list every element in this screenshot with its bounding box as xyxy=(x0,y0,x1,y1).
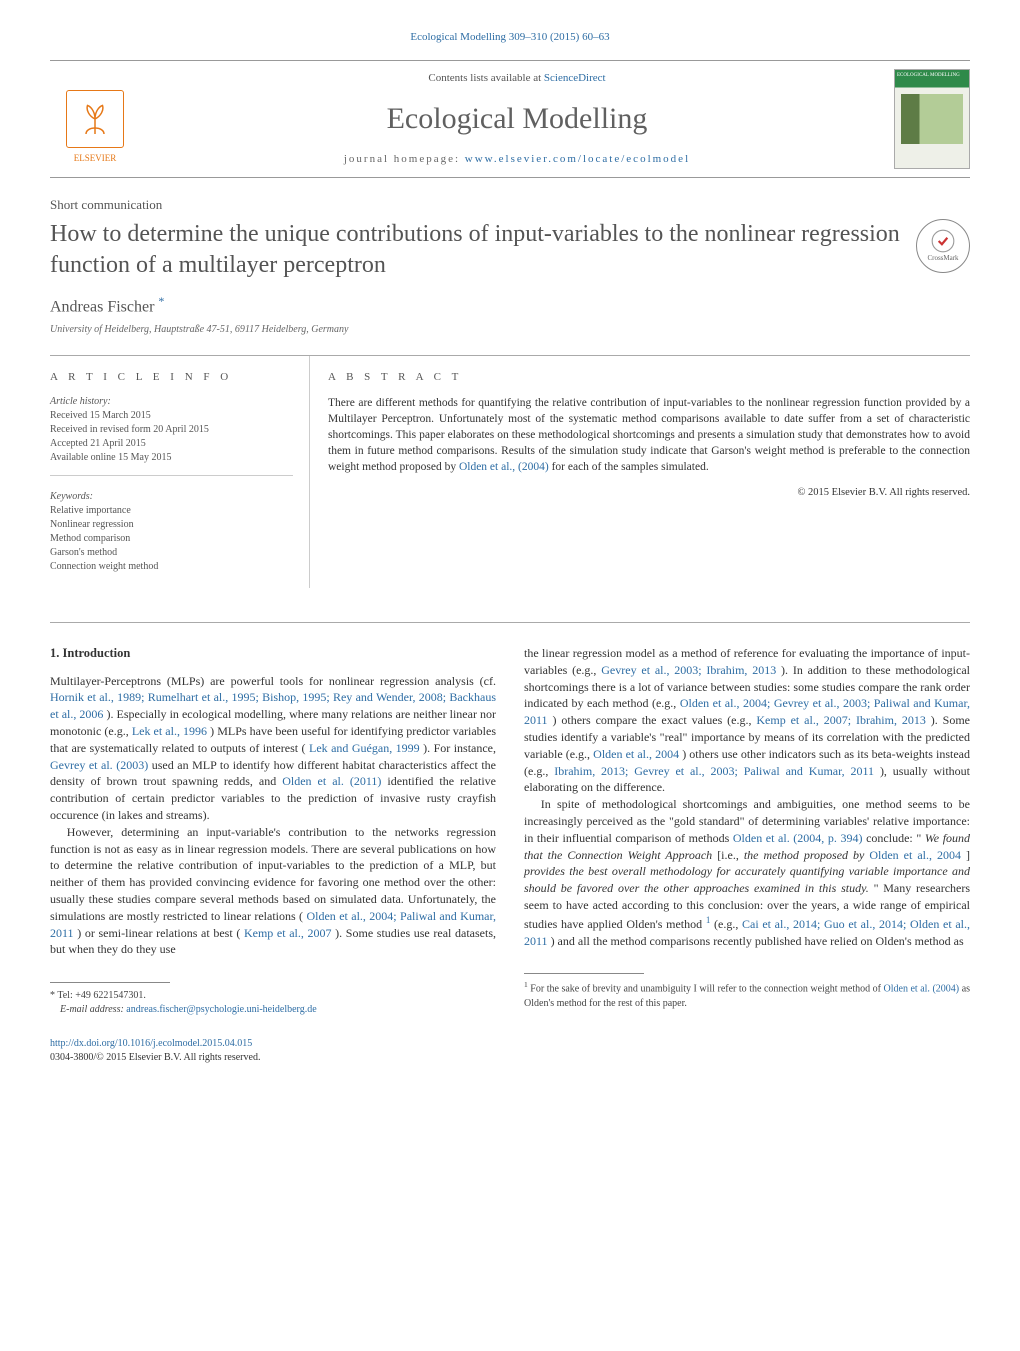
p1-text: Multilayer-Perceptrons (MLPs) are powerf… xyxy=(50,674,496,688)
history-received: Received 15 March 2015 xyxy=(50,409,293,423)
contents-prefix: Contents lists available at xyxy=(428,72,543,84)
article-info-column: a r t i c l e i n f o Article history: R… xyxy=(50,356,310,588)
history-revised: Received in revised form 20 April 2015 xyxy=(50,423,293,437)
p4-text: conclude: " xyxy=(866,831,921,845)
p4-text: ) and all the method comparisons recentl… xyxy=(551,934,964,948)
keyword: Connection weight method xyxy=(50,560,293,574)
article-info-heading: a r t i c l e i n f o xyxy=(50,370,293,385)
citation-link[interactable]: Olden et al., 2004 xyxy=(593,747,679,761)
citation-link[interactable]: Ibrahim, 2013; Gevrey et al., 2003; Pali… xyxy=(554,764,874,778)
p2-text: ) or semi-linear relations at best ( xyxy=(77,926,240,940)
cover-title: ECOLOGICAL MODELLING xyxy=(897,72,967,79)
history-heading: Article history: xyxy=(50,395,293,409)
corresponding-mark[interactable]: * xyxy=(158,294,164,308)
crossmark-label: CrossMark xyxy=(927,254,958,264)
keyword: Method comparison xyxy=(50,532,293,546)
keywords-heading: Keywords: xyxy=(50,490,293,504)
abstract-column: a b s t r a c t There are different meth… xyxy=(310,356,970,588)
email-label: E-mail address: xyxy=(60,1004,126,1015)
footnote-tel: Tel: +49 6221547301. xyxy=(57,990,146,1001)
footnote-1-text: For the sake of brevity and unambiguity … xyxy=(530,984,883,995)
homepage-line: journal homepage: www.elsevier.com/locat… xyxy=(152,152,882,167)
page-footer: http://dx.doi.org/10.1016/j.ecolmodel.20… xyxy=(50,1037,970,1065)
citation-link[interactable]: Gevrey et al., 2003; Ibrahim, 2013 xyxy=(601,663,776,677)
info-abstract-row: a r t i c l e i n f o Article history: R… xyxy=(50,355,970,588)
keyword: Relative importance xyxy=(50,504,293,518)
issn-copyright: 0304-3800/© 2015 Elsevier B.V. All right… xyxy=(50,1052,260,1063)
body-paragraph-2: However, determining an input-variable's… xyxy=(50,824,496,958)
footnote-mark: * xyxy=(50,990,55,1001)
crossmark-badge[interactable]: CrossMark xyxy=(916,219,970,273)
keyword: Nonlinear regression xyxy=(50,518,293,532)
homepage-link[interactable]: www.elsevier.com/locate/ecolmodel xyxy=(465,153,690,165)
history-online: Available online 15 May 2015 xyxy=(50,451,293,465)
footnote-ref-1[interactable]: 1 xyxy=(706,915,711,925)
body-two-column: 1. Introduction Multilayer-Perceptrons (… xyxy=(50,622,970,1017)
p4-text: [i.e., xyxy=(717,848,744,862)
keyword: Garson's method xyxy=(50,546,293,560)
body-paragraph-3: the linear regression model as a method … xyxy=(524,645,970,796)
citation-link[interactable]: Olden et al. (2011) xyxy=(282,774,381,788)
citation-link[interactable]: Olden et al. (2004, p. 394) xyxy=(733,831,863,845)
author-name[interactable]: Andreas Fischer xyxy=(50,298,154,315)
abstract-text-2: for each of the samples simulated. xyxy=(552,461,709,473)
author-line: Andreas Fischer * xyxy=(50,293,970,319)
affiliation: University of Heidelberg, Hauptstraße 47… xyxy=(50,323,970,337)
citation-link[interactable]: Lek and Guégan, 1999 xyxy=(309,741,420,755)
elsevier-tree-icon xyxy=(66,90,124,148)
journal-cover-thumbnail[interactable]: ECOLOGICAL MODELLING xyxy=(894,69,970,169)
crossmark-icon xyxy=(930,228,956,254)
p4-quote-italic: the method proposed by xyxy=(744,848,870,862)
citation-link[interactable]: Olden et al. (2004) xyxy=(884,984,960,995)
elsevier-label: ELSEVIER xyxy=(74,152,117,165)
p4-text: (e.g., xyxy=(714,917,742,931)
body-paragraph-1: Multilayer-Perceptrons (MLPs) are powerf… xyxy=(50,673,496,824)
contents-line: Contents lists available at ScienceDirec… xyxy=(152,71,882,86)
journal-name: Ecological Modelling xyxy=(152,98,882,140)
abstract-heading: a b s t r a c t xyxy=(328,370,970,385)
abstract-copyright: © 2015 Elsevier B.V. All rights reserved… xyxy=(328,486,970,501)
abstract-text: There are different methods for quantify… xyxy=(328,395,970,475)
journal-header-bar: ELSEVIER Contents lists available at Sci… xyxy=(50,60,970,178)
history-accepted: Accepted 21 April 2015 xyxy=(50,437,293,451)
footnote-separator xyxy=(524,973,644,974)
journal-issue-header: Ecological Modelling 309–310 (2015) 60–6… xyxy=(50,30,970,45)
corresponding-author-footnote: * Tel: +49 6221547301. E-mail address: a… xyxy=(50,989,496,1017)
elsevier-logo[interactable]: ELSEVIER xyxy=(50,74,140,164)
sciencedirect-link[interactable]: ScienceDirect xyxy=(544,72,606,84)
p3-text: ) others compare the exact values (e.g., xyxy=(552,713,756,727)
p1-text: ). For instance, xyxy=(423,741,496,755)
body-paragraph-4: In spite of methodological shortcomings … xyxy=(524,796,970,949)
footnote-1-mark: 1 xyxy=(524,980,528,989)
article-title: How to determine the unique contribution… xyxy=(50,219,900,281)
doi-link[interactable]: http://dx.doi.org/10.1016/j.ecolmodel.20… xyxy=(50,1038,252,1049)
citation-link[interactable]: Kemp et al., 2007 xyxy=(244,926,332,940)
p4-text: ] xyxy=(966,848,970,862)
footnote-1: 1 For the sake of brevity and unambiguit… xyxy=(524,980,970,1010)
issue-link[interactable]: Ecological Modelling 309–310 (2015) 60–6… xyxy=(410,31,609,43)
homepage-prefix: journal homepage: xyxy=(344,153,465,165)
header-center: Contents lists available at ScienceDirec… xyxy=(140,71,894,168)
footnote-separator xyxy=(50,982,170,983)
cover-image-icon xyxy=(901,94,963,144)
citation-link[interactable]: Lek et al., 1996 xyxy=(132,724,207,738)
citation-link[interactable]: Gevrey et al. (2003) xyxy=(50,758,148,772)
abstract-ref-olden[interactable]: Olden et al., (2004) xyxy=(459,461,549,473)
citation-link[interactable]: Olden et al., 2004 xyxy=(869,848,961,862)
article-type: Short communication xyxy=(50,196,970,214)
section-heading-introduction: 1. Introduction xyxy=(50,645,496,663)
author-email-link[interactable]: andreas.fischer@psychologie.uni-heidelbe… xyxy=(126,1004,316,1015)
citation-link[interactable]: Kemp et al., 2007; Ibrahim, 2013 xyxy=(756,713,925,727)
